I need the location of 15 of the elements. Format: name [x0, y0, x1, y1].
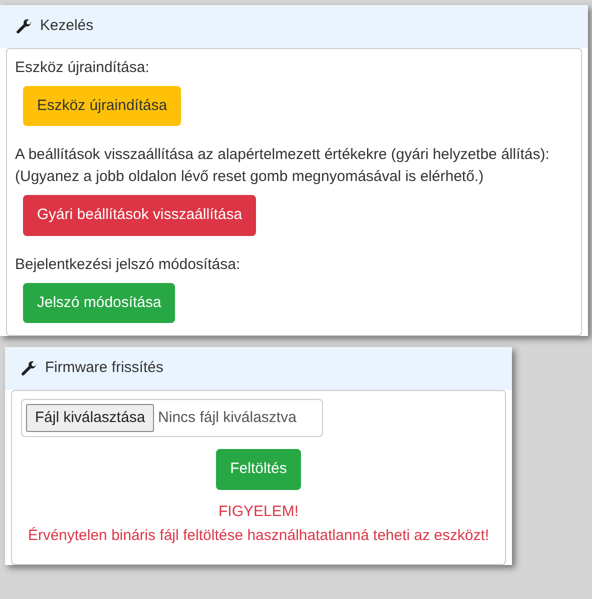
label-text: Eszköz újraindítása:	[15, 58, 150, 78]
choose-file-button[interactable]: Fájl kiválasztása	[26, 404, 154, 432]
warning-text: Érvénytelen bináris fájl feltöltése használhatatlanná teheti az eszközt!	[26, 526, 490, 546]
wrench-icon	[16, 18, 32, 34]
panel-title: Firmware frissítés	[45, 358, 164, 378]
label-text: (Ugyanez a jobb oldalon lévő reset gomb megnyomásával is elérhető.)	[15, 167, 485, 187]
file-status-text: Nincs fájl kiválasztva	[158, 408, 298, 428]
panel-title: Kezelés	[40, 16, 94, 36]
wrench-icon	[21, 360, 37, 376]
label-text: Bejelentkezési jelszó módosítása:	[15, 254, 242, 274]
label-text: A beállítások visszaállítása az alapértelmezett értékekre (gyári helyzetbe állítás):	[15, 145, 550, 165]
action-button[interactable]: Gyári beállítások visszaállítása	[23, 195, 256, 236]
file-input[interactable]: Fájl kiválasztása Nincs fájl kiválasztva	[21, 398, 324, 437]
action-button[interactable]: Eszköz újraindítása	[23, 86, 182, 126]
warning-text: FIGYELEM!	[217, 502, 300, 522]
